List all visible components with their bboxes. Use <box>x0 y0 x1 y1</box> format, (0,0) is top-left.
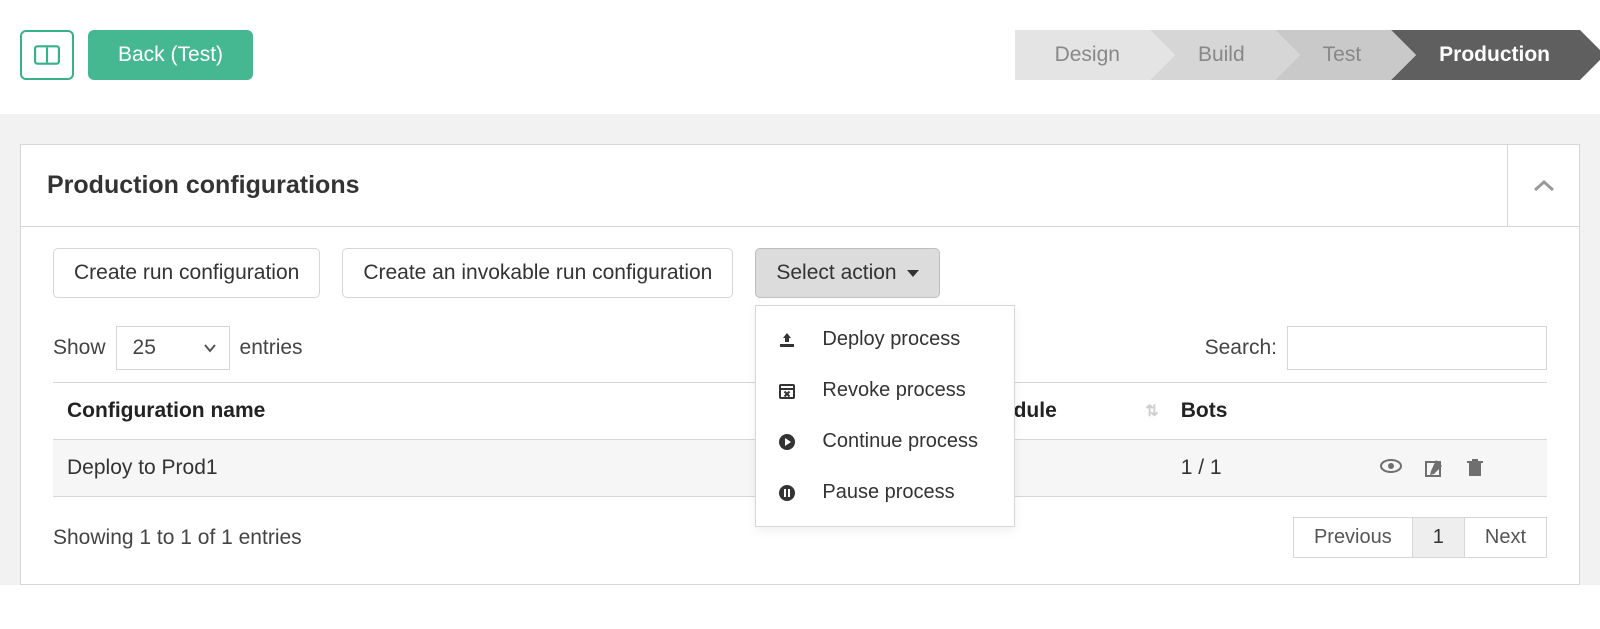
column-header-bots[interactable]: Bots <box>1167 383 1316 440</box>
select-action-label: Select action <box>776 261 896 285</box>
sort-icon: ⇅ <box>1145 401 1154 421</box>
select-action-dropdown: Deploy process Revoke process <box>755 305 1015 527</box>
create-invokable-run-config-button[interactable]: Create an invokable run configuration <box>342 248 733 298</box>
cell-bots: 1 / 1 <box>1167 440 1316 497</box>
pager: Previous 1 Next <box>1293 517 1547 558</box>
panel-header: Production configurations <box>21 145 1579 227</box>
production-config-panel: Production configurations Create run con… <box>20 144 1580 585</box>
select-action-button[interactable]: Select action <box>755 248 939 298</box>
pipeline-step-production[interactable]: Production <box>1391 30 1580 80</box>
columns-toggle-button[interactable] <box>20 30 74 80</box>
play-circle-icon <box>778 433 800 451</box>
columns-icon <box>34 45 60 65</box>
search-input[interactable] <box>1287 326 1547 370</box>
pager-page-1-button[interactable]: 1 <box>1413 517 1465 558</box>
dropdown-item-label: Continue process <box>822 430 978 453</box>
search-control: Search: <box>1205 326 1547 370</box>
top-left-group: Back (Test) <box>20 30 253 80</box>
content-area: Production configurations Create run con… <box>0 114 1600 585</box>
dropdown-item-pause-process[interactable]: Pause process <box>756 467 1014 518</box>
page-size-control: Show 25 entries <box>53 326 303 370</box>
column-header-bots-label: Bots <box>1181 399 1228 422</box>
toolbar: Create run configuration Create an invok… <box>53 248 1547 298</box>
dropdown-item-continue-process[interactable]: Continue process <box>756 416 1014 467</box>
pipeline-step-design[interactable]: Design <box>1015 30 1150 80</box>
dropdown-item-revoke-process[interactable]: Revoke process <box>756 365 1014 416</box>
create-run-config-button[interactable]: Create run configuration <box>53 248 320 298</box>
pause-circle-icon <box>778 484 800 502</box>
panel-body: Create run configuration Create an invok… <box>21 227 1579 584</box>
pager-previous-button[interactable]: Previous <box>1293 517 1413 558</box>
pipeline-steps: Design Build Test Production <box>1015 30 1580 80</box>
pencil-square-icon <box>1424 458 1444 478</box>
pager-next-button[interactable]: Next <box>1465 517 1547 558</box>
show-label-pre: Show <box>53 336 106 360</box>
edit-action[interactable] <box>1424 458 1444 478</box>
upload-icon <box>778 331 800 349</box>
caret-down-icon <box>907 270 919 277</box>
table-info: Showing 1 to 1 of 1 entries <box>53 526 302 550</box>
dropdown-item-label: Revoke process <box>822 379 965 402</box>
column-header-name-label: Configuration name <box>67 399 265 422</box>
dropdown-item-label: Pause process <box>822 481 954 504</box>
dropdown-item-deploy-process[interactable]: Deploy process <box>756 314 1014 365</box>
select-action-wrapper: Select action Deploy process <box>755 248 939 298</box>
top-bar: Back (Test) Design Build Test Production <box>0 0 1600 110</box>
calendar-x-icon <box>778 382 800 400</box>
search-label: Search: <box>1205 336 1277 360</box>
show-label-post: entries <box>240 336 303 360</box>
eye-icon <box>1380 458 1402 474</box>
trash-icon <box>1466 458 1484 478</box>
page-size-value: 25 <box>133 336 156 360</box>
panel-title: Production configurations <box>21 145 386 226</box>
chevron-up-icon <box>1533 179 1555 193</box>
chevron-down-icon <box>203 343 217 353</box>
view-action[interactable] <box>1380 458 1402 478</box>
back-button[interactable]: Back (Test) <box>88 30 253 80</box>
panel-collapse-button[interactable] <box>1507 145 1579 226</box>
page-size-select[interactable]: 25 <box>116 326 230 370</box>
dropdown-item-label: Deploy process <box>822 328 960 351</box>
delete-action[interactable] <box>1466 458 1484 478</box>
cell-actions <box>1316 440 1547 497</box>
column-header-actions <box>1316 383 1547 440</box>
